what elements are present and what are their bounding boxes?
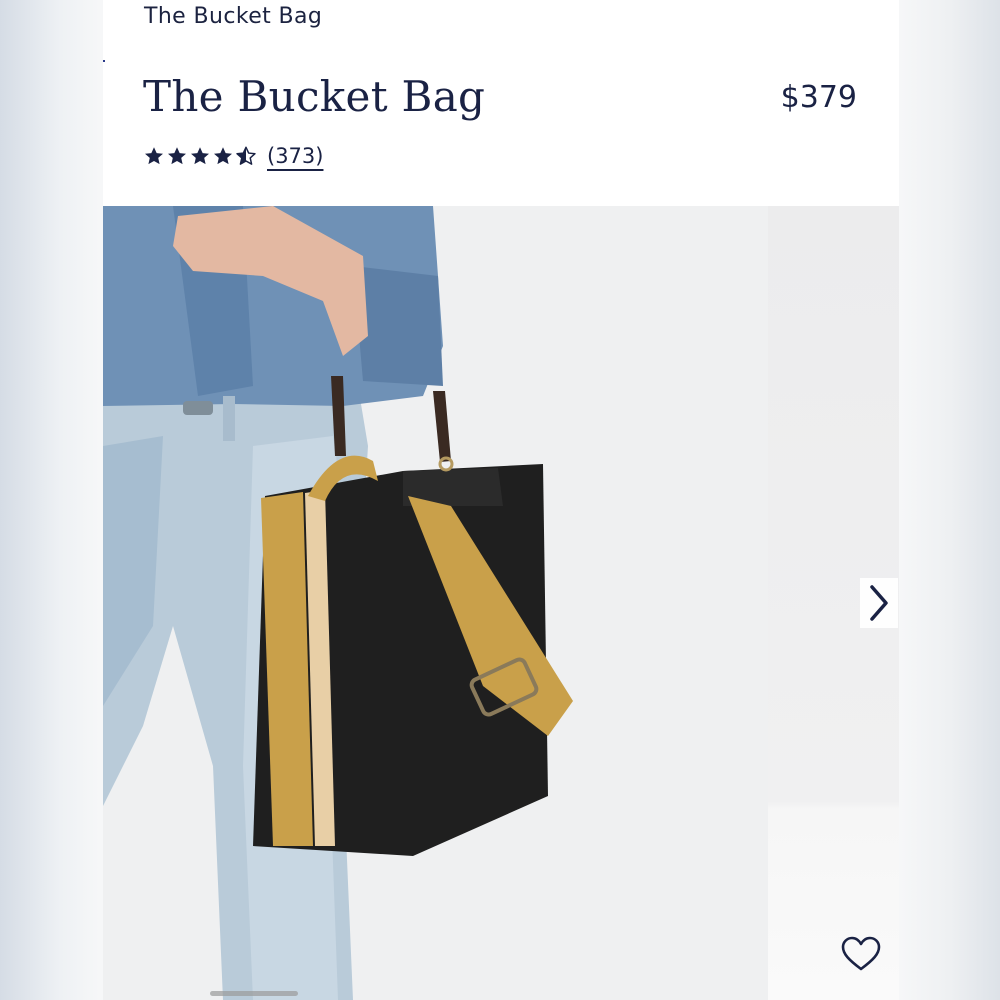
star-full-icon bbox=[168, 147, 186, 165]
reviews-link[interactable]: (373) bbox=[267, 144, 323, 168]
product-page: The Bucket Bag The Bucket Bag $379 (373) bbox=[103, 0, 899, 1000]
product-image-main[interactable] bbox=[103, 206, 768, 1000]
rating-row[interactable]: (373) bbox=[143, 144, 323, 168]
product-title: The Bucket Bag bbox=[143, 72, 486, 121]
product-price: $379 bbox=[780, 80, 857, 115]
star-half-icon bbox=[236, 146, 256, 165]
star-rating bbox=[143, 145, 257, 167]
star-full-icon bbox=[145, 147, 163, 165]
heart-icon bbox=[841, 936, 881, 971]
image-gallery[interactable] bbox=[103, 206, 899, 1000]
model-with-bag-illustration bbox=[103, 206, 768, 1000]
gallery-scroll-indicator[interactable] bbox=[210, 991, 298, 996]
product-header: The Bucket Bag The Bucket Bag $379 (373) bbox=[103, 0, 899, 206]
nav-title: The Bucket Bag bbox=[144, 4, 323, 29]
next-image-button[interactable] bbox=[860, 578, 898, 628]
edge-marker bbox=[103, 60, 105, 62]
star-full-icon bbox=[214, 147, 232, 165]
chevron-right-icon bbox=[870, 585, 888, 621]
star-full-icon bbox=[191, 147, 209, 165]
favorite-button[interactable] bbox=[840, 934, 882, 974]
